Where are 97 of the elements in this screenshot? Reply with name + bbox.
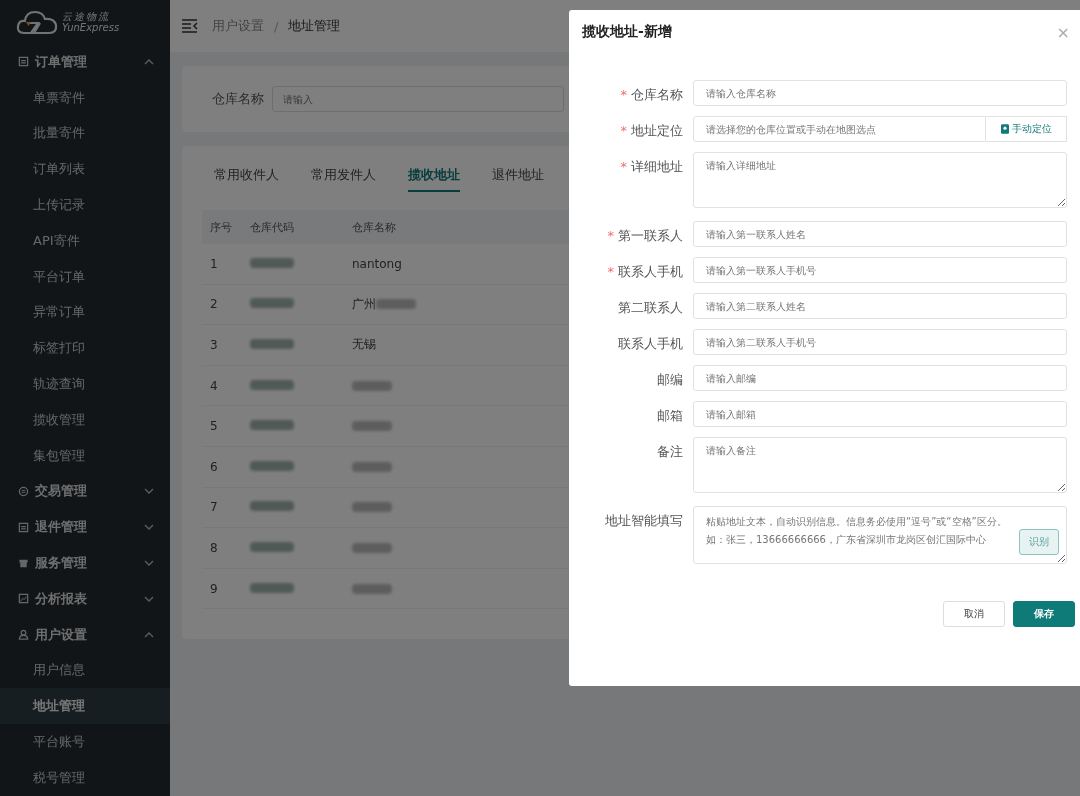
required-mark: * xyxy=(607,228,614,243)
field-label: 邮编 xyxy=(657,372,683,387)
sidebar-item[interactable]: 批量寄件 xyxy=(0,115,170,152)
input-field[interactable]: 请输入第一联系人姓名 xyxy=(693,221,1067,247)
recognize-button[interactable]: 识别 xyxy=(1019,529,1059,555)
table-cell-text: 4 xyxy=(209,378,219,393)
sidebar-item[interactable]: 平台订单 xyxy=(0,258,170,295)
breadcrumb-current: 地址管理 xyxy=(288,17,341,35)
sidebar-item[interactable]: API寄件 xyxy=(0,223,170,259)
table-cell-text: 1 xyxy=(209,256,219,271)
field-label: 详细地址 xyxy=(631,159,683,174)
textarea-field[interactable]: 请输入详细地址 xyxy=(693,152,1067,208)
redacted-block xyxy=(250,298,294,309)
input-field[interactable]: 请输入邮箱 xyxy=(693,401,1067,427)
breadcrumb-separator: / xyxy=(274,18,279,34)
table-cell-text: 2 xyxy=(209,297,219,312)
field-label: 备注 xyxy=(657,444,683,459)
tab[interactable]: 常用发件人 xyxy=(311,166,376,192)
field-label: 仓库名称 xyxy=(631,87,683,102)
search-label: 仓库名称 xyxy=(212,90,264,108)
field-label: 第一联系人 xyxy=(618,228,683,243)
input-field[interactable]: 请输入第二联系人手机号 xyxy=(693,329,1067,355)
menu-group[interactable]: 退件管理 xyxy=(0,509,170,546)
menu-group[interactable]: 用户设置 xyxy=(0,616,170,653)
user-icon xyxy=(18,629,29,641)
field-label: 联系人手机 xyxy=(618,264,683,279)
input-field[interactable]: 请输入第一联系人手机号 xyxy=(693,257,1067,283)
breadcrumb-link[interactable]: 用户设置 xyxy=(212,17,264,35)
table-cell: 无锡 xyxy=(352,336,376,354)
dialog-title: 揽收地址-新增 xyxy=(582,23,672,41)
coin-icon xyxy=(18,485,29,497)
sidebar-item[interactable]: 集包管理 xyxy=(0,437,170,474)
field-label: 第二联系人 xyxy=(618,300,683,315)
input-field[interactable]: 请输入仓库名称 xyxy=(693,80,1067,106)
column-header: 序号 xyxy=(209,219,233,235)
location-pin-icon xyxy=(1000,124,1009,134)
sidebar-item[interactable]: 揽收管理 xyxy=(0,401,170,438)
table-cell: nantong xyxy=(352,256,402,271)
field-label: 联系人手机 xyxy=(618,336,683,351)
redacted-block xyxy=(250,420,294,431)
table-cell-text: 6 xyxy=(209,459,219,474)
input-field[interactable]: 请输入第二联系人姓名 xyxy=(693,293,1067,319)
field-label: 地址智能填写 xyxy=(605,513,683,528)
sidebar-item[interactable]: 轨迹查询 xyxy=(0,366,170,402)
redacted-block xyxy=(250,460,294,471)
sidebar-item[interactable]: 订单列表 xyxy=(0,151,170,188)
close-button[interactable]: × xyxy=(1056,22,1070,42)
redacted-block xyxy=(250,501,294,512)
required-mark: * xyxy=(620,87,627,102)
redacted-block xyxy=(250,339,294,349)
tab[interactable]: 揽收地址 xyxy=(408,166,460,192)
logo-text: YunExpress xyxy=(62,22,120,33)
required-mark: * xyxy=(620,123,627,138)
table-cell: 广州 xyxy=(352,295,376,313)
cancel-button[interactable]: 取消 xyxy=(943,601,1005,627)
sidebar-item[interactable]: 单票寄件 xyxy=(0,79,170,116)
chart-icon xyxy=(18,593,29,605)
redacted-block xyxy=(250,541,294,552)
sidebar-item[interactable]: 税号管理 xyxy=(0,759,170,796)
input-field[interactable]: 请输入邮编 xyxy=(693,365,1067,391)
table-cell-text: 3 xyxy=(209,338,219,352)
sidebar-item[interactable]: 标签打印 xyxy=(0,330,170,367)
sidebar-item[interactable]: 地址管理 xyxy=(0,688,170,725)
sidebar-item[interactable]: 异常订单 xyxy=(0,294,170,331)
sidebar-item[interactable]: 平台账号 xyxy=(0,724,170,760)
required-mark: * xyxy=(620,159,627,174)
tab[interactable]: 常用收件人 xyxy=(214,166,279,192)
input-field[interactable]: 请选择您的仓库位置或手动在地图选点 xyxy=(693,116,986,142)
search-field[interactable]: 请输入 xyxy=(272,86,564,112)
document-icon xyxy=(18,56,29,68)
menu-group[interactable]: 分析报表 xyxy=(0,580,170,617)
table-cell-text: 9 xyxy=(209,581,219,596)
redacted-block xyxy=(250,582,294,593)
locate-button[interactable]: 手动定位 xyxy=(986,116,1067,142)
menu-icon[interactable] xyxy=(182,19,198,33)
table-cell-text: 5 xyxy=(209,419,219,434)
tab[interactable]: 退件地址 xyxy=(492,166,544,192)
save-button[interactable]: 保存 xyxy=(1013,601,1075,627)
column-header: 仓库名称 xyxy=(352,219,397,235)
menu-group[interactable]: 交易管理 xyxy=(0,473,170,510)
sidebar-item[interactable]: 上传记录 xyxy=(0,187,170,223)
logo-text: 云途物流 xyxy=(62,11,111,22)
textarea-field[interactable]: 请输入备注 xyxy=(693,437,1067,493)
box-icon xyxy=(18,557,29,569)
redacted-block xyxy=(250,257,294,268)
sidebar-item[interactable]: 用户信息 xyxy=(0,652,170,689)
menu-group[interactable]: 服务管理 xyxy=(0,545,170,581)
menu-group[interactable]: 订单管理 xyxy=(0,44,170,80)
field-label: 邮箱 xyxy=(657,408,683,423)
redacted-block xyxy=(250,379,294,390)
cloud-logo-icon xyxy=(16,9,58,35)
field-label: 地址定位 xyxy=(631,123,683,138)
required-mark: * xyxy=(607,264,614,279)
column-header: 仓库代码 xyxy=(250,219,295,235)
table-cell-text: 7 xyxy=(209,500,219,515)
table-cell-text: 8 xyxy=(209,540,219,555)
document-icon xyxy=(18,521,29,533)
